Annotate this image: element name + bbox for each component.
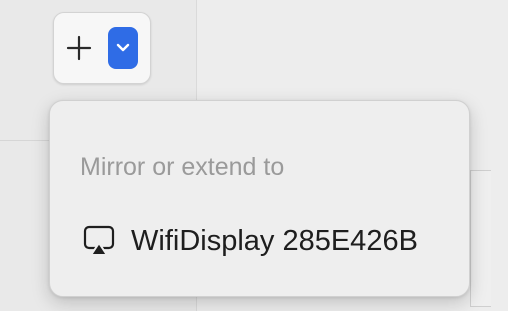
airplay-display-icon [81,223,117,259]
add-display-dropdown-button[interactable] [108,27,138,69]
plus-icon [66,35,92,61]
chevron-down-icon [116,43,130,52]
add-display-control [53,12,151,84]
add-button[interactable] [54,13,104,83]
mirror-extend-menu: Mirror or extend to WifiDisplay 285E426B [49,100,470,297]
menu-header: Mirror or extend to [80,153,285,181]
menu-item-label: WifiDisplay 285E426B [131,224,418,257]
background-panel-edge [470,170,491,307]
menu-item-wifidisplay[interactable]: WifiDisplay 285E426B [68,213,454,269]
